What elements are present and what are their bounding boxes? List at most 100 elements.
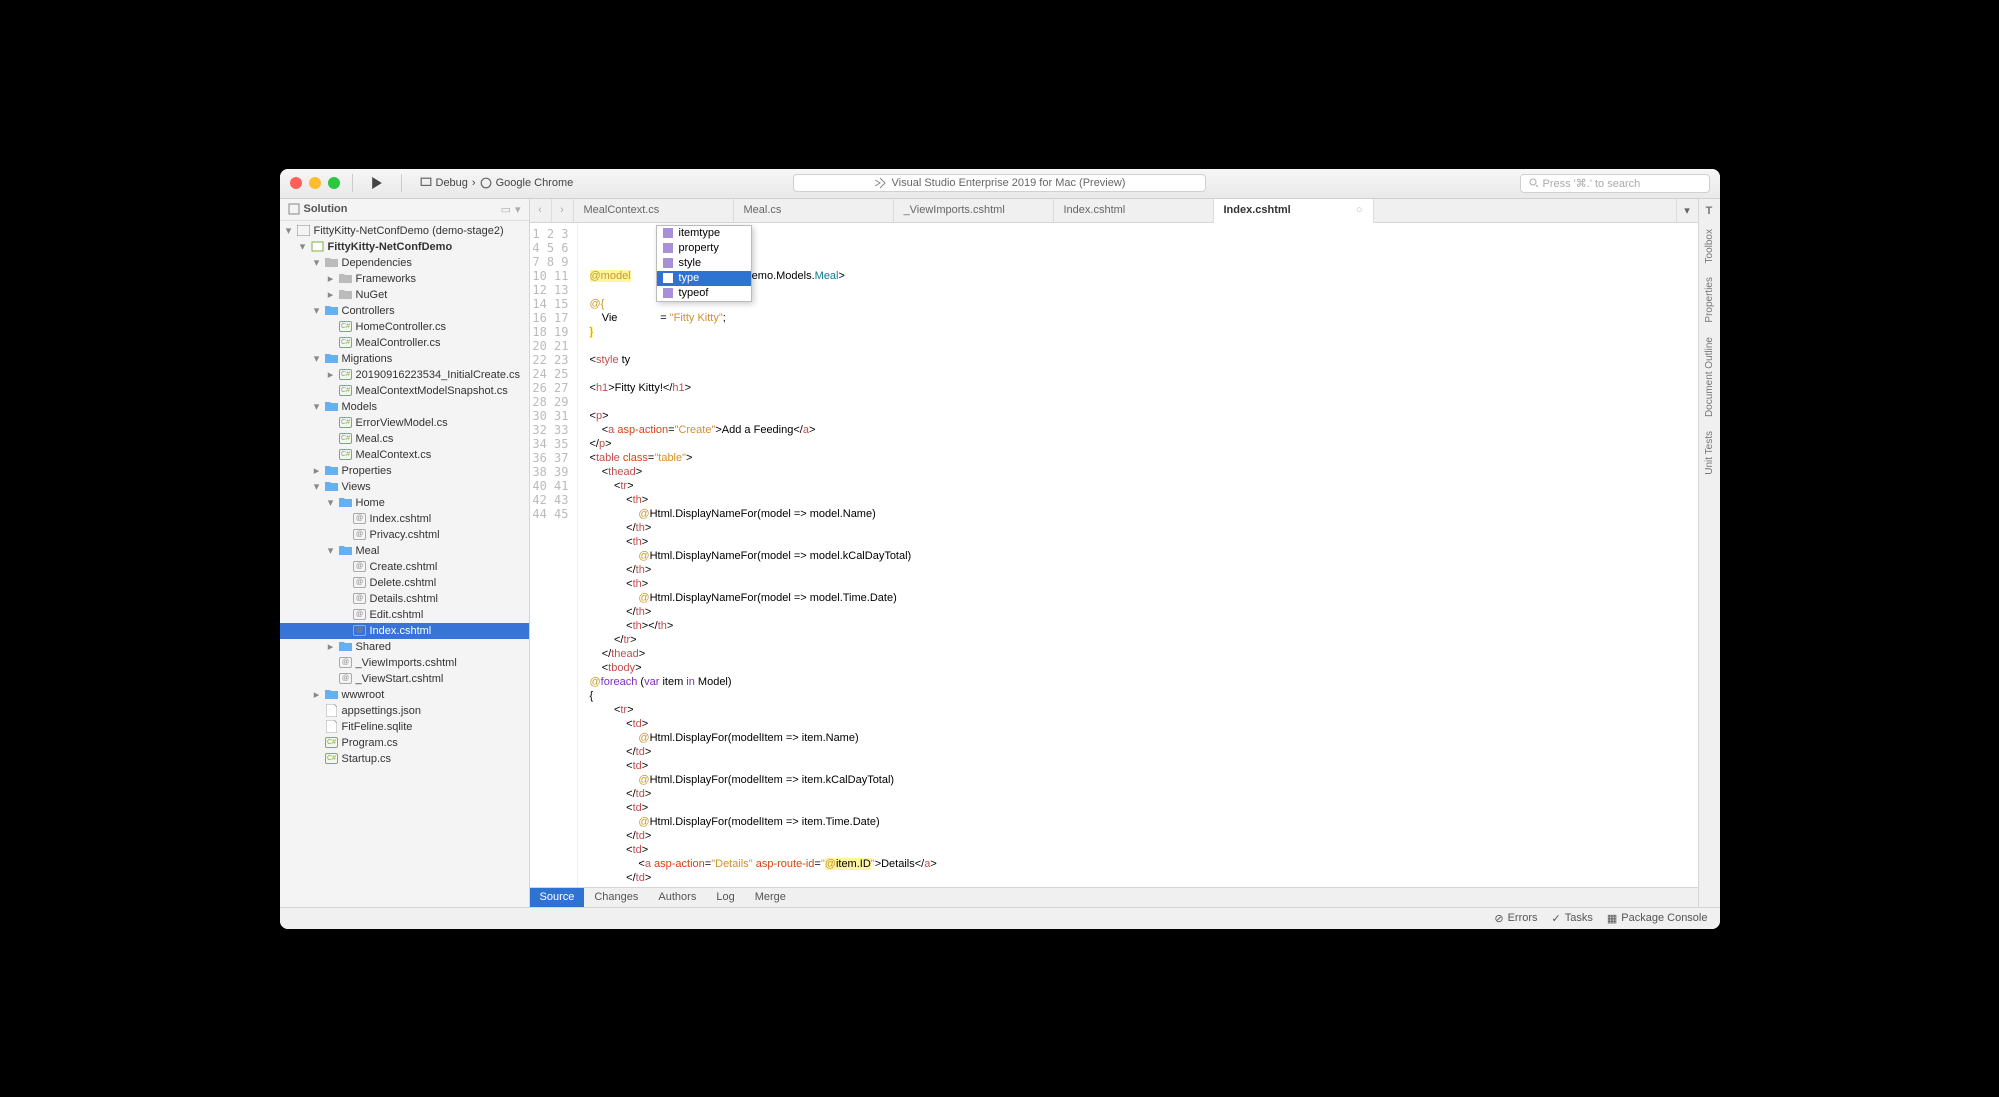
rail-properties[interactable]: Properties [1702,275,1717,325]
editor-tab[interactable]: MealContext.cs [574,199,734,222]
chevron-down-icon[interactable]: ▾ [312,482,322,492]
chevron-down-icon[interactable]: ▾ [298,242,308,252]
run-button[interactable] [365,175,389,191]
tree-item[interactable]: C#MealController.cs [280,335,529,351]
intellisense-item[interactable]: itemtype [657,226,751,241]
chevron-down-icon[interactable]: ▾ [326,546,336,556]
tree-item[interactable]: C#HomeController.cs [280,319,529,335]
cshtml-file-icon: @ [339,672,353,686]
tree-item[interactable]: ▾FittyKitty-NetConfDemo (demo-stage2) [280,223,529,239]
tree-item[interactable]: ▾Dependencies [280,255,529,271]
tree-item[interactable]: C#Program.cs [280,735,529,751]
tree-item[interactable]: ▸Frameworks [280,271,529,287]
rail-toolbox[interactable]: Toolbox [1702,227,1717,265]
tree-item[interactable]: ▾Home [280,495,529,511]
nav-forward-button[interactable]: › [552,199,574,222]
rail-unit-tests[interactable]: Unit Tests [1702,429,1717,477]
tree-item-label: appsettings.json [342,705,422,717]
tree-item[interactable]: ▾Migrations [280,351,529,367]
tree-item-label: NuGet [356,289,388,301]
intellisense-popup[interactable]: itemtypepropertystyletypetypeof [656,225,752,302]
editor-tab[interactable]: Meal.cs [734,199,894,222]
tree-item[interactable]: ▸Shared [280,639,529,655]
code-content[interactable]: itemtypepropertystyletypetypeof @model t… [578,223,1698,887]
tree-item[interactable]: ▾Controllers [280,303,529,319]
folder-icon [339,288,353,302]
cshtml-file-icon: @ [353,560,367,574]
chevron-right-icon[interactable]: ▸ [312,466,322,476]
sidebar-undock-icon[interactable]: ▭ [501,203,511,216]
tree-item[interactable]: C#MealContext.cs [280,447,529,463]
bottom-tab-source[interactable]: Source [530,888,585,907]
chevron-down-icon[interactable]: ▾ [312,258,322,268]
tree-item[interactable]: @Edit.cshtml [280,607,529,623]
rail-document-outline[interactable]: Document Outline [1702,335,1717,419]
chevron-down-icon[interactable]: ▾ [326,498,336,508]
tree-item[interactable]: @_ViewImports.cshtml [280,655,529,671]
editor-tab[interactable]: Index.cshtml [1054,199,1214,222]
chevron-down-icon[interactable]: ▾ [284,226,294,236]
chevron-down-icon[interactable]: ▾ [312,402,322,412]
check-icon: ✓ [1552,912,1561,925]
status-tasks[interactable]: ✓Tasks [1552,912,1593,925]
folder-icon [325,400,339,414]
editor-tab[interactable]: Index.cshtml ○ [1214,199,1374,223]
nav-back-button[interactable]: ‹ [530,199,552,222]
minimize-icon[interactable] [309,177,321,189]
tree-item[interactable]: C#Meal.cs [280,431,529,447]
tree-item[interactable]: appsettings.json [280,703,529,719]
close-icon[interactable] [290,177,302,189]
intellisense-item[interactable]: typeof [657,286,751,301]
bottom-tab-merge[interactable]: Merge [745,888,796,907]
tree-item[interactable]: C#ErrorViewModel.cs [280,415,529,431]
config-selector[interactable]: Debug › Google Chrome [414,175,580,191]
editor-tab[interactable]: _ViewImports.cshtml [894,199,1054,222]
chevron-right-icon[interactable]: ▸ [326,274,336,284]
tree-item[interactable]: C#Startup.cs [280,751,529,767]
tree-item[interactable]: @Create.cshtml [280,559,529,575]
tree-item[interactable]: @_ViewStart.cshtml [280,671,529,687]
tab-label: _ViewImports.cshtml [904,204,1005,216]
tree-item[interactable]: @Privacy.cshtml [280,527,529,543]
tree-item[interactable]: ▸ NuGet [280,287,529,303]
tree-item[interactable]: @Index.cshtml [280,623,529,639]
tab-label: MealContext.cs [584,204,660,216]
code-editor[interactable]: 1 2 3 4 5 6 7 8 9 10 11 12 13 14 15 16 1… [530,223,1698,887]
status-errors[interactable]: ⊘Errors [1494,912,1537,925]
intellisense-item[interactable]: style [657,256,751,271]
bottom-tab-changes[interactable]: Changes [584,888,648,907]
tab-label: Index.cshtml [1224,204,1291,216]
tree-item[interactable]: ▸C#20190916223534_InitialCreate.cs [280,367,529,383]
tree-item[interactable]: ▾Views [280,479,529,495]
cshtml-file-icon: @ [353,592,367,606]
tree-item[interactable]: @Index.cshtml [280,511,529,527]
chevron-down-icon[interactable]: ▾ [312,354,322,364]
bottom-tab-authors[interactable]: Authors [648,888,706,907]
toolbox-icon[interactable]: T [1706,205,1713,217]
maximize-icon[interactable] [328,177,340,189]
tree-item[interactable]: ▸Properties [280,463,529,479]
tree-item[interactable]: @Delete.cshtml [280,575,529,591]
chevron-right-icon[interactable]: ▸ [312,690,322,700]
chevron-down-icon[interactable]: ▾ [312,306,322,316]
tree-item[interactable]: FitFeline.sqlite [280,719,529,735]
tree-item[interactable]: ▸wwwroot [280,687,529,703]
sidebar-options-icon[interactable]: ▾ [515,203,521,216]
tree-item[interactable]: ▾Models [280,399,529,415]
tab-overflow-button[interactable]: ▾ [1676,199,1698,222]
chevron-right-icon[interactable]: ▸ [326,642,336,652]
chevron-right-icon[interactable]: ▸ [326,370,336,380]
tree-item[interactable]: ▾FittyKitty-NetConfDemo [280,239,529,255]
tree-item[interactable]: C#MealContextModelSnapshot.cs [280,383,529,399]
tree-item-label: Edit.cshtml [370,609,424,621]
tab-close-icon[interactable]: ○ [1356,204,1363,216]
intellisense-item[interactable]: property [657,241,751,256]
intellisense-item[interactable]: type [657,271,751,286]
status-package-console[interactable]: ▦Package Console [1607,912,1708,925]
global-search[interactable]: Press '⌘.' to search [1520,174,1710,193]
solution-tree[interactable]: ▾FittyKitty-NetConfDemo (demo-stage2)▾Fi… [280,221,529,907]
chevron-right-icon[interactable]: ▸ [326,290,336,300]
tree-item[interactable]: ▾Meal [280,543,529,559]
bottom-tab-log[interactable]: Log [706,888,744,907]
tree-item[interactable]: @Details.cshtml [280,591,529,607]
